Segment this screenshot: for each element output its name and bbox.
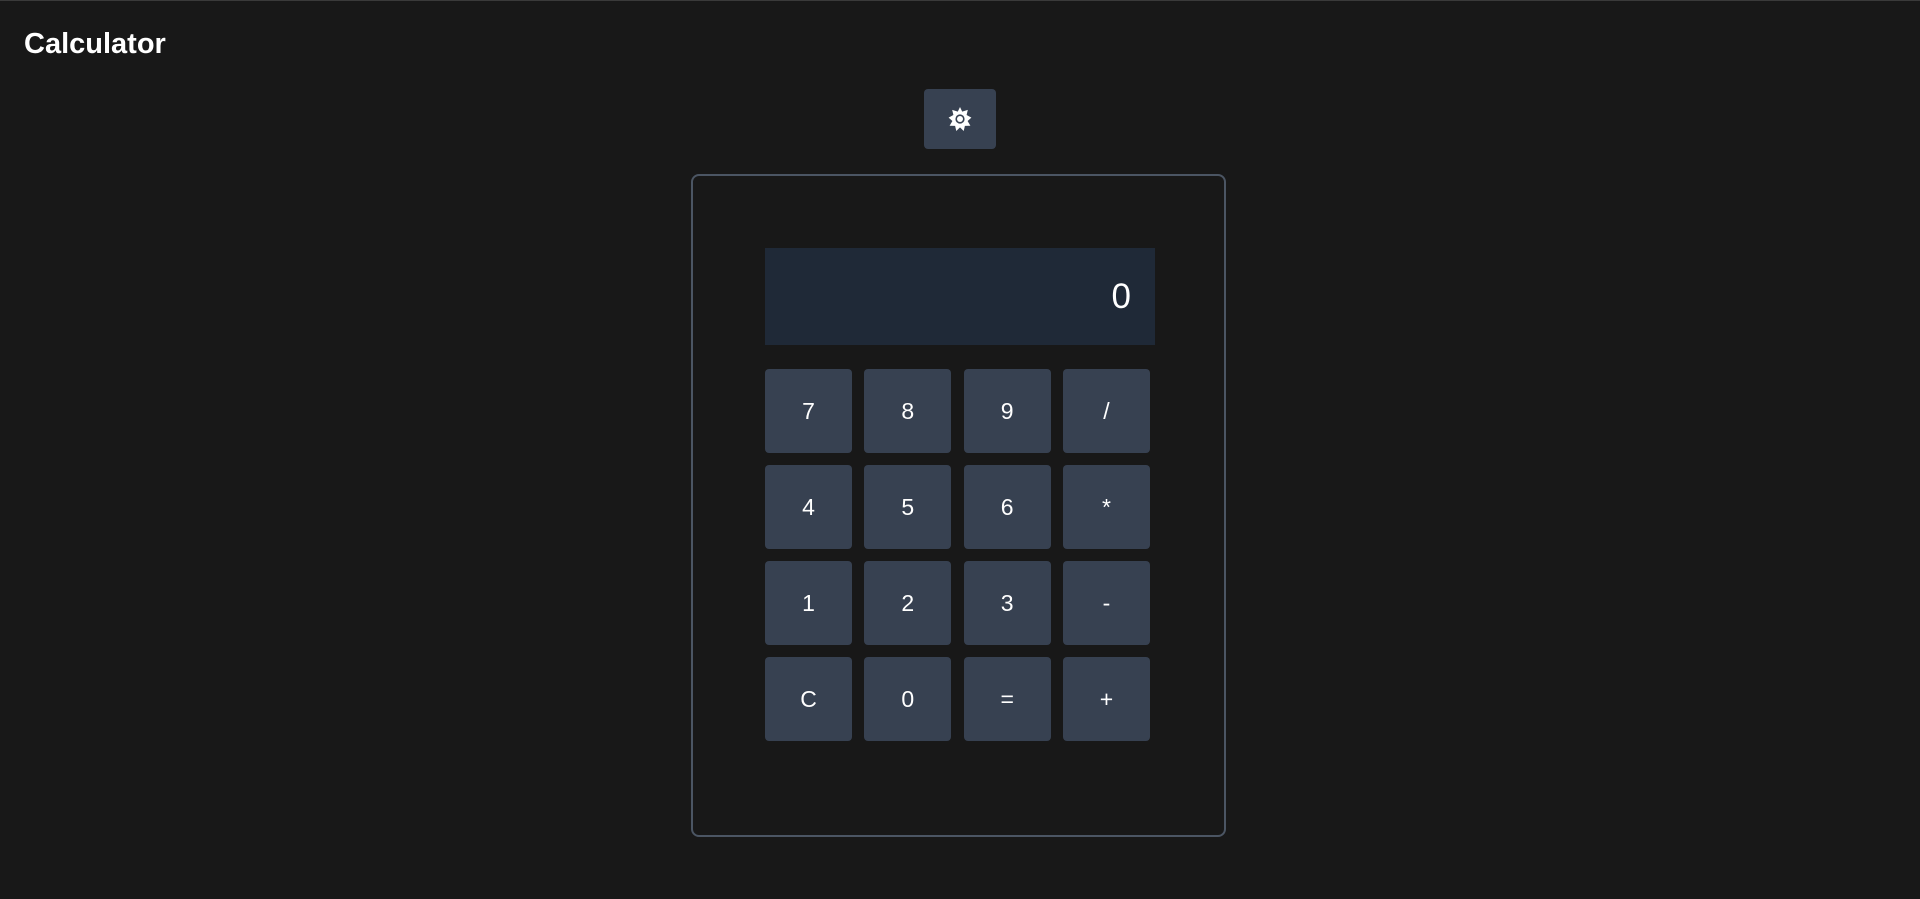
key-clear-button[interactable]: C: [765, 657, 852, 741]
key-1-button[interactable]: 1: [765, 561, 852, 645]
key-6-button[interactable]: 6: [963, 465, 1051, 549]
key-9-button[interactable]: 9: [963, 369, 1051, 453]
app-title: Calculator: [24, 28, 166, 60]
key-2-button[interactable]: 2: [864, 561, 952, 645]
key-8-button[interactable]: 8: [864, 369, 952, 453]
key-3-button[interactable]: 3: [963, 561, 1051, 645]
key-7-button[interactable]: 7: [765, 369, 852, 453]
sun-icon: [947, 106, 973, 132]
display-value: 0: [1111, 276, 1131, 316]
calculator-display: 0: [765, 248, 1155, 345]
key-multiply-button[interactable]: *: [1062, 465, 1150, 549]
key-0-button[interactable]: 0: [864, 657, 952, 741]
key-equals-button[interactable]: =: [963, 657, 1051, 741]
window-top-border: [0, 0, 1920, 1]
theme-toggle-button[interactable]: [924, 89, 996, 149]
key-subtract-button[interactable]: -: [1062, 561, 1150, 645]
key-4-button[interactable]: 4: [765, 465, 852, 549]
key-divide-button[interactable]: /: [1062, 369, 1150, 453]
keypad: 7 8 9/ 4 5 6 * 1 2 3- C 0 = +: [765, 369, 1152, 741]
key-add-button[interactable]: +: [1062, 657, 1150, 741]
key-5-button[interactable]: 5: [864, 465, 952, 549]
